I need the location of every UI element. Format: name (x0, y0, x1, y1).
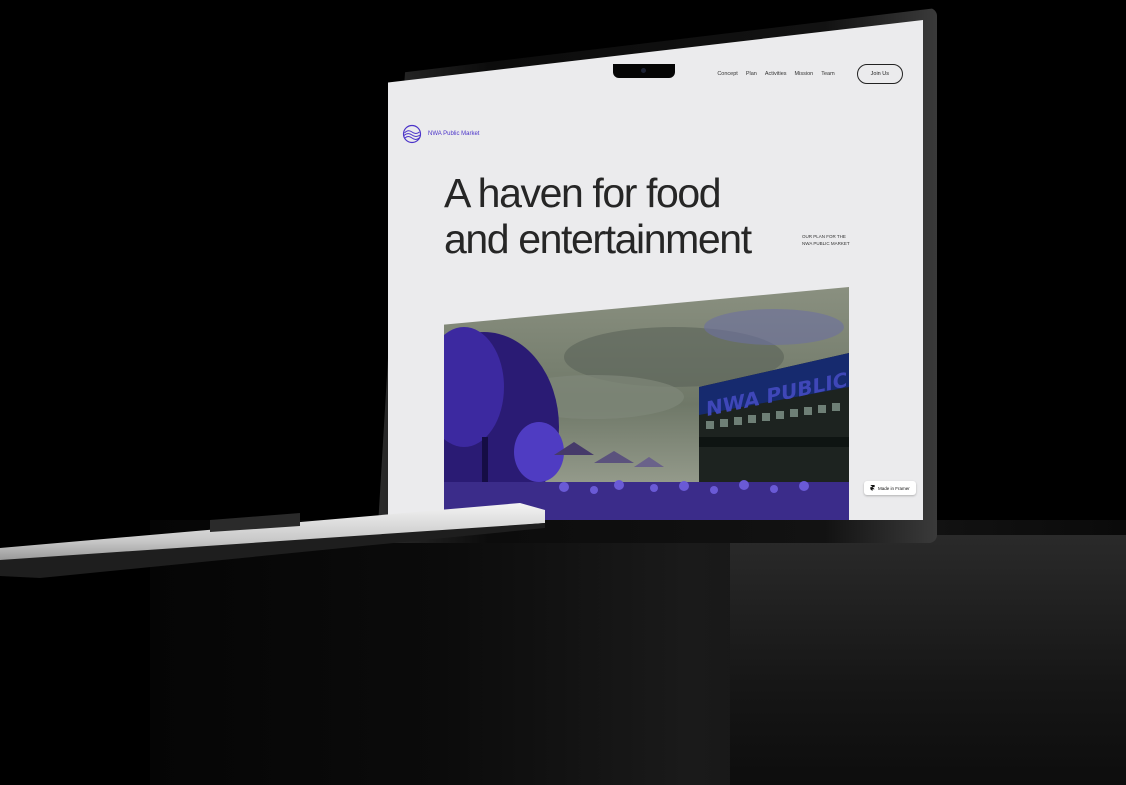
laptop-screen: Concept Plan Activities Mission Team Joi… (388, 20, 923, 520)
nav-item-concept[interactable]: Concept (717, 71, 738, 77)
site-nav: Concept Plan Activities Mission Team Joi… (717, 64, 903, 84)
camera-notch (613, 64, 675, 78)
nav-item-plan[interactable]: Plan (746, 71, 757, 77)
site-logo[interactable]: NWA Public Market (402, 124, 479, 144)
market-illustration: NWA PUBLIC MARK (444, 287, 849, 520)
headline-line-1: A haven for food (444, 170, 722, 216)
hero-aside-text: OUR PLAN FOR THE NWA PUBLIC MARKET (802, 233, 882, 247)
hero-image: NWA PUBLIC MARK (444, 287, 849, 520)
nav-item-activities[interactable]: Activities (765, 71, 787, 77)
nav-item-mission[interactable]: Mission (795, 71, 814, 77)
aside-line-1: OUR PLAN FOR THE (802, 234, 846, 239)
aside-line-2: NWA PUBLIC MARKET (802, 241, 850, 246)
pedestal-top (730, 535, 1126, 785)
made-in-framer-badge[interactable]: Made in Framer (864, 481, 916, 495)
hero-headline: A haven for food and entertainment (444, 170, 804, 262)
join-us-button[interactable]: Join Us (856, 64, 903, 84)
camera-icon (641, 68, 646, 73)
nav-item-team[interactable]: Team (821, 71, 834, 77)
headline-line-2: and entertainment (444, 216, 752, 262)
globe-wave-logo-icon (402, 124, 422, 144)
brand-name: NWA Public Market (428, 131, 480, 137)
laptop-base (0, 503, 545, 578)
badge-label: Made in Framer (878, 485, 910, 491)
framer-icon (870, 485, 875, 491)
